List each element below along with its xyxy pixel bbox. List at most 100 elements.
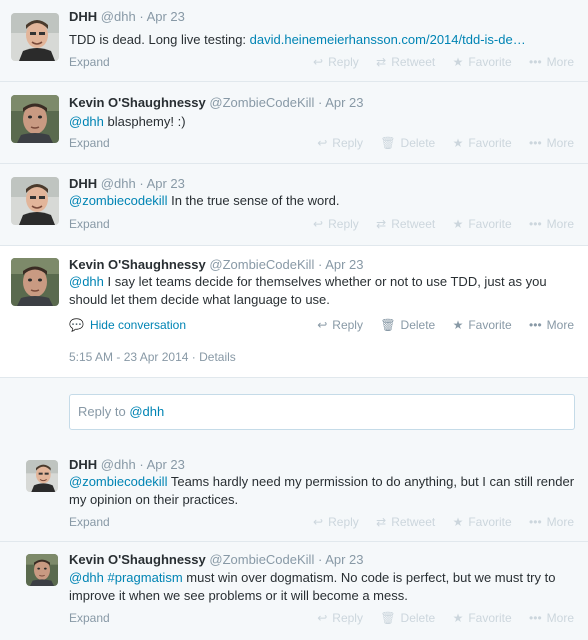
tweet-time[interactable]: Apr 23 [147, 9, 185, 24]
tweet[interactable]: Kevin O'Shaughnessy @ZombieCodeKill · Ap… [0, 542, 588, 640]
tweet-time[interactable]: Apr 23 [325, 257, 363, 272]
mention-link[interactable]: @dhh [69, 114, 104, 129]
hashtag-link[interactable]: #pragmatism [108, 570, 183, 585]
star-icon: ★ [452, 217, 464, 231]
delete-button[interactable]: 🗑 Delete [380, 317, 435, 333]
tweet-details: 5:15 AM - 23 Apr 2014 · Details [69, 349, 236, 365]
more-label: More [546, 217, 574, 231]
more-button[interactable]: ••• More [529, 216, 574, 232]
tweet-actions: ↩ Reply ⇄ Retweet ★ Favorite ••• More [299, 54, 574, 70]
speech-bubble-icon: 💬 [69, 318, 84, 332]
tweet-time[interactable]: Apr 23 [147, 457, 185, 472]
reply-button[interactable]: ↩ Reply [313, 54, 359, 70]
author-name[interactable]: Kevin O'Shaughnessy [69, 552, 206, 567]
author-handle[interactable]: @dhh [101, 176, 136, 191]
reply-label: Reply [332, 318, 363, 332]
retweet-icon: ⇄ [376, 217, 387, 231]
delete-button[interactable]: 🗑 Delete [380, 610, 435, 626]
favorite-label: Favorite [468, 55, 512, 69]
more-button[interactable]: ••• More [529, 317, 574, 333]
delete-button[interactable]: 🗑 Delete [380, 135, 435, 151]
tweet-time[interactable]: Apr 23 [325, 95, 363, 110]
mention-link[interactable]: @dhh [69, 570, 104, 585]
tweet[interactable]: DHH @dhh · Apr 23 @zombiecodekill Teams … [0, 447, 588, 542]
favorite-label: Favorite [468, 136, 512, 150]
expand-link[interactable]: Expand [69, 610, 110, 626]
star-icon: ★ [452, 318, 464, 332]
reply-input[interactable]: Reply to @dhh [69, 394, 575, 430]
favorite-button[interactable]: ★ Favorite [453, 54, 512, 70]
more-button[interactable]: ••• More [529, 135, 574, 151]
avatar[interactable] [11, 177, 59, 225]
tweet-text-content: blasphemy! :) [103, 114, 186, 129]
reply-arrow-icon: ↩ [317, 318, 328, 332]
avatar[interactable] [26, 554, 58, 586]
avatar[interactable] [11, 95, 59, 143]
expand-link[interactable]: Expand [69, 216, 110, 232]
tweet-link[interactable]: david.heinemeierhansson.com/2014/tdd-is-… [250, 32, 526, 47]
details-link[interactable]: Details [199, 350, 236, 364]
avatar[interactable] [26, 460, 58, 492]
separator-dot: · [139, 9, 144, 24]
tweet-actions: ↩ Reply 🗑 Delete ★ Favorite ••• More [303, 317, 574, 333]
expand-link[interactable]: Expand [69, 54, 110, 70]
author-handle[interactable]: @dhh [101, 457, 136, 472]
favorite-button[interactable]: ★ Favorite [453, 514, 512, 530]
full-timestamp[interactable]: 5:15 AM - 23 Apr 2014 [69, 350, 188, 364]
favorite-button[interactable]: ★ Favorite [453, 610, 512, 626]
tweet-text: @dhh I say let teams decide for themselv… [69, 273, 577, 309]
favorite-button[interactable]: ★ Favorite [453, 317, 512, 333]
favorite-button[interactable]: ★ Favorite [453, 135, 512, 151]
hide-conversation-link[interactable]: 💬 Hide conversation [69, 317, 186, 333]
author-name[interactable]: Kevin O'Shaughnessy [69, 257, 206, 272]
separator-dot: · [317, 95, 323, 110]
reply-button[interactable]: ↩ Reply [313, 216, 359, 232]
avatar[interactable] [11, 258, 59, 306]
mention-link[interactable]: @dhh [69, 274, 104, 289]
more-label: More [546, 611, 574, 625]
retweet-button[interactable]: ⇄ Retweet [376, 514, 435, 530]
author-handle[interactable]: @ZombieCodeKill [209, 95, 314, 110]
avatar[interactable] [11, 13, 59, 61]
star-icon: ★ [452, 55, 464, 69]
reply-button[interactable]: ↩ Reply [313, 514, 359, 530]
more-button[interactable]: ••• More [529, 514, 574, 530]
favorite-label: Favorite [468, 611, 512, 625]
reply-label: Reply [332, 611, 363, 625]
tweet-header: Kevin O'Shaughnessy @ZombieCodeKill · Ap… [69, 95, 364, 111]
mention-link[interactable]: @zombiecodekill [69, 193, 167, 208]
more-button[interactable]: ••• More [529, 610, 574, 626]
tweet-text: @dhh #pragmatism must win over dogmatism… [69, 569, 577, 605]
expand-link[interactable]: Expand [69, 135, 110, 151]
more-button[interactable]: ••• More [529, 54, 574, 70]
reply-button[interactable]: ↩ Reply [317, 135, 363, 151]
author-handle[interactable]: @dhh [101, 9, 136, 24]
author-name[interactable]: DHH [69, 9, 97, 24]
author-handle[interactable]: @ZombieCodeKill [209, 257, 314, 272]
author-name[interactable]: DHH [69, 457, 97, 472]
star-icon: ★ [452, 136, 464, 150]
reply-handle: @dhh [129, 404, 165, 419]
separator-dot: · [191, 350, 196, 364]
retweet-button[interactable]: ⇄ Retweet [376, 54, 435, 70]
delete-label: Delete [400, 611, 436, 625]
tweet[interactable]: DHH @dhh · Apr 23 @zombiecodekill In the… [0, 164, 588, 246]
reply-button[interactable]: ↩ Reply [317, 317, 363, 333]
tweet-time[interactable]: Apr 23 [147, 176, 185, 191]
tweet[interactable]: DHH @dhh · Apr 23 TDD is dead. Long live… [0, 0, 588, 82]
author-name[interactable]: DHH [69, 176, 97, 191]
retweet-button[interactable]: ⇄ Retweet [376, 216, 435, 232]
tweet[interactable]: Kevin O'Shaughnessy @ZombieCodeKill · Ap… [0, 82, 588, 164]
expand-link[interactable]: Expand [69, 514, 110, 530]
tweet-text: @dhh blasphemy! :) [69, 113, 577, 131]
author-handle[interactable]: @ZombieCodeKill [209, 552, 314, 567]
mention-link[interactable]: @zombiecodekill [69, 474, 167, 489]
favorite-button[interactable]: ★ Favorite [453, 216, 512, 232]
tweet-time[interactable]: Apr 23 [325, 552, 363, 567]
trash-icon: 🗑 [380, 318, 396, 332]
author-name[interactable]: Kevin O'Shaughnessy [69, 95, 206, 110]
more-label: More [546, 515, 574, 529]
trash-icon: 🗑 [380, 136, 396, 150]
reply-button[interactable]: ↩ Reply [317, 610, 363, 626]
separator-dot: · [317, 257, 323, 272]
